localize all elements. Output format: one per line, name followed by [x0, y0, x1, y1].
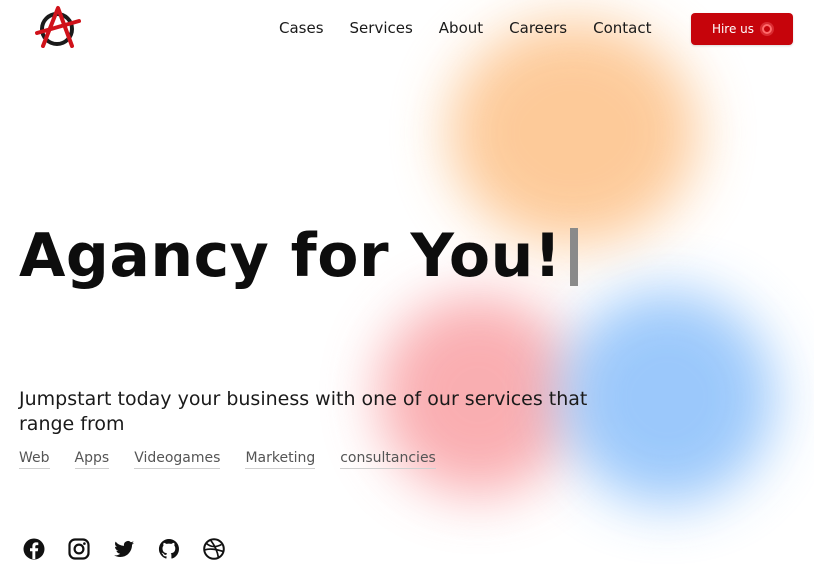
nav-contact[interactable]: Contact [593, 19, 651, 37]
anarchy-a-logo-icon[interactable] [34, 4, 82, 48]
hero-title: Agancy for You! [19, 222, 578, 290]
twitter-icon[interactable] [112, 537, 136, 561]
facebook-icon[interactable] [22, 537, 46, 561]
social-links [22, 537, 226, 561]
nav-careers[interactable]: Careers [509, 19, 567, 37]
hire-us-button[interactable]: Hire us [691, 13, 793, 45]
nav-about[interactable]: About [439, 19, 483, 37]
typing-cursor [569, 228, 578, 286]
github-icon[interactable] [157, 537, 181, 561]
service-tag-videogames[interactable]: Videogames [134, 450, 221, 469]
dribbble-icon[interactable] [202, 537, 226, 561]
nav-services[interactable]: Services [350, 19, 413, 37]
site-header: Cases Services About Careers Contact Hir… [0, 0, 814, 58]
instagram-icon[interactable] [67, 537, 91, 561]
service-tag-consultancies[interactable]: consultancies [340, 450, 436, 469]
main-nav: Cases Services About Careers Contact [279, 19, 651, 37]
nav-cases[interactable]: Cases [279, 19, 324, 37]
service-tag-apps[interactable]: Apps [74, 450, 110, 469]
pulse-dot-icon [762, 24, 773, 34]
hero-title-text: Agancy for You! [19, 221, 562, 291]
service-tag-web[interactable]: Web [19, 450, 50, 469]
service-tag-marketing[interactable]: Marketing [245, 450, 316, 469]
service-tags: Web Apps Videogames Marketing consultanc… [19, 450, 436, 469]
hire-us-label: Hire us [711, 22, 755, 36]
hero-subtitle: Jumpstart today your business with one o… [19, 388, 588, 435]
